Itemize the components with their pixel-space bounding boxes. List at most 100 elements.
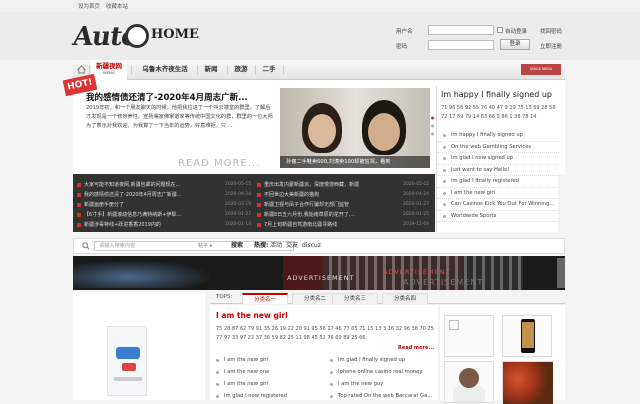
banner-close-button[interactable] — [557, 258, 565, 288]
news-item[interactable]: 大家可能不知道夜网,新疆包邮的问题现在... — [77, 180, 217, 190]
banner-text: ADVERTISEMENT — [403, 278, 484, 287]
news-item[interactable]: 重庆出发内蒙新疆派，深度慢游西藏，新疆 — [257, 180, 397, 190]
nav-item-travel[interactable]: 旅游 — [229, 60, 253, 80]
search-type-select[interactable]: 帖子 ▾ — [198, 242, 220, 250]
nav-item-xinjiang-night[interactable]: 新疆夜网 MENU — [91, 60, 127, 80]
bullet-icon — [257, 212, 261, 217]
site-logo[interactable]: Auto HOME — [71, 18, 201, 54]
thumbnail-image[interactable] — [444, 315, 494, 357]
thumbnail-image[interactable] — [502, 361, 553, 404]
bullet-icon — [77, 182, 81, 187]
random-posts-box: Im happy I finally signed up 71 96 56 92… — [436, 86, 559, 232]
bookmark-link[interactable]: 收藏本站 — [106, 2, 128, 10]
list-item[interactable]: Top rated On the web Baccarat Ga... — [324, 391, 436, 403]
news-item[interactable]: 新疆涉毒特线+跃进香香2019内的 — [77, 220, 217, 230]
search-bar: 请输入搜索内容 帖子 ▾ 搜索 热搜: 活动 交友 discuz — [73, 238, 565, 254]
news-date: 2020-01-27 — [403, 202, 430, 207]
bullet-icon — [257, 182, 261, 187]
find-password-link[interactable]: 找回密码 — [540, 27, 562, 35]
nav-item-secondhand[interactable]: 二手 — [257, 60, 281, 80]
list-item[interactable]: Im glad I finally registered — [437, 176, 559, 188]
news-item[interactable]: 新疆卫视与凤子合作行骗却无部门监管 — [257, 200, 397, 210]
quick-menu-button[interactable]: QUICK MENU — [521, 64, 561, 75]
random-list: Im happy I finally signed up On the web … — [437, 130, 559, 222]
news-list: 大家可能不知道夜网,新疆包邮的问题现在... 2020-05-15 我的感情债还… — [73, 174, 435, 232]
news-item[interactable]: 7月上旬新疆自驾游南北疆寻路线 — [257, 220, 397, 230]
app-promo-image[interactable] — [107, 326, 147, 396]
news-item[interactable]: 【6寸手】新疆滚动信息乃满特纳斯+伊犁... — [77, 210, 217, 220]
register-link[interactable]: 立即注册 — [540, 42, 562, 50]
username-input[interactable] — [428, 25, 494, 35]
hot-search-link[interactable]: 活动 — [270, 241, 282, 251]
list-item[interactable]: Can Casinos Kick You Out For Winning... — [437, 199, 559, 211]
nav-divider — [197, 65, 198, 75]
list-item[interactable]: Im happy I finally signed up — [437, 130, 559, 142]
list-item[interactable]: Im glad I finally signed up — [324, 355, 436, 367]
news-item[interactable]: 新疆画册手册分了 — [77, 200, 217, 210]
login-button[interactable]: 登录 — [500, 39, 530, 50]
tabs-label: TOPS: — [216, 294, 233, 300]
hot-search-link[interactable]: discuz — [302, 241, 321, 251]
feature-photo[interactable]: 孙俪二手鞋卖600,刘涛卖100却被狂骂，看到 — [280, 88, 430, 168]
read-more-link[interactable]: Read more... — [398, 345, 434, 351]
set-home-link[interactable]: 设为首页 — [78, 2, 100, 10]
news-item[interactable]: 不回世边大美新疆的猫狗 — [257, 190, 397, 200]
news-date: 2020-03-19 — [225, 202, 252, 207]
promo-red-block — [122, 363, 136, 371]
tab-content: I am the new girl 75 28 87 62 79 91 35 2… — [210, 305, 438, 400]
feature-body: 2019年初，和一个朋友聊天的时候，他把我拉进了一个叫云端堂的群里，了解后才发现… — [86, 105, 273, 129]
list-item[interactable]: Worldwide Sports — [437, 211, 559, 222]
random-numbers: 71 96 56 92 55 76 40 47 9 29 75 13 69 28… — [441, 105, 556, 120]
news-date: 2020-05-15 — [225, 182, 252, 187]
top-bar: 设为首页 收藏本站 — [0, 0, 640, 12]
news-date: 2020-04-24 — [225, 192, 252, 197]
auto-login-checkbox[interactable] — [497, 27, 503, 33]
list-item[interactable]: Iphone online casino real money — [324, 367, 436, 379]
hot-search-label: 热搜: — [254, 242, 269, 249]
password-label: 密码 — [396, 44, 408, 50]
list-item[interactable]: Im glad I now registered — [210, 391, 322, 403]
banner-text: ADVERTISEMENT — [287, 274, 355, 282]
bullet-icon — [77, 222, 81, 227]
nav-divider — [227, 65, 228, 75]
thumbnail-image[interactable] — [444, 361, 494, 403]
list-item[interactable]: Just want to say Hello! — [437, 165, 559, 176]
search-button[interactable]: 搜索 — [226, 240, 248, 252]
list-item[interactable]: I am the new one — [210, 367, 322, 379]
news-date: 2020-04-24 — [403, 192, 430, 197]
content-title[interactable]: I am the new girl — [216, 311, 288, 320]
bullet-icon — [77, 212, 81, 217]
list-item[interactable]: On the web Gambling Services — [437, 142, 559, 153]
bullet-icon — [257, 202, 261, 207]
bullet-icon — [257, 222, 261, 227]
slider-dots[interactable] — [430, 88, 435, 168]
home-icon[interactable] — [77, 65, 86, 74]
left-column — [73, 292, 205, 400]
list-item[interactable]: I am the new girl — [210, 355, 322, 367]
person-face — [368, 113, 400, 151]
banner-text: ADVERTISEMENT — [383, 268, 451, 276]
list-item[interactable]: I am the new guy — [324, 379, 436, 391]
list-item[interactable]: I am the new girl — [210, 379, 322, 391]
tab-category-1[interactable]: 分类名一 — [242, 293, 288, 304]
news-item[interactable]: 我的感情债还清了-2020年4月周志广新疆... — [77, 190, 217, 200]
nav-item-urumqi-nightlife[interactable]: 乌鲁木齐夜生活 — [135, 60, 195, 80]
banner-car-image — [73, 260, 213, 288]
feature-title[interactable]: 我的感情债还清了-2020年4月周志广新... — [86, 91, 276, 103]
thumbnail-image[interactable] — [502, 315, 552, 357]
list-item[interactable]: Im glad I now signed up — [437, 153, 559, 165]
thumbnail-grid — [440, 305, 565, 404]
advertisement-banner[interactable]: ADVERTISEMENT ADVERTISEMENT ADVERTISEMEN… — [73, 256, 565, 290]
nav-item-news[interactable]: 新闻 — [199, 60, 223, 80]
read-more-link[interactable]: READ MORE... — [178, 158, 260, 169]
tab-category-3[interactable]: 分类名三 — [332, 293, 378, 304]
hot-search-link[interactable]: 交友 — [286, 241, 298, 251]
tab-category-4[interactable]: 分类名四 — [382, 293, 428, 304]
news-item[interactable]: 新疆8日五六月份,我始南草原的花开了,... — [257, 210, 397, 220]
list-item[interactable]: I am the new girl — [437, 188, 559, 199]
phone-screen — [522, 322, 534, 348]
random-title[interactable]: Im happy I finally signed up — [441, 90, 552, 99]
nav-divider — [131, 65, 132, 75]
password-input[interactable] — [428, 40, 494, 50]
content-numbers: 75 28 87 62 79 91 35 26 19 22 20 91 95 5… — [216, 326, 434, 341]
